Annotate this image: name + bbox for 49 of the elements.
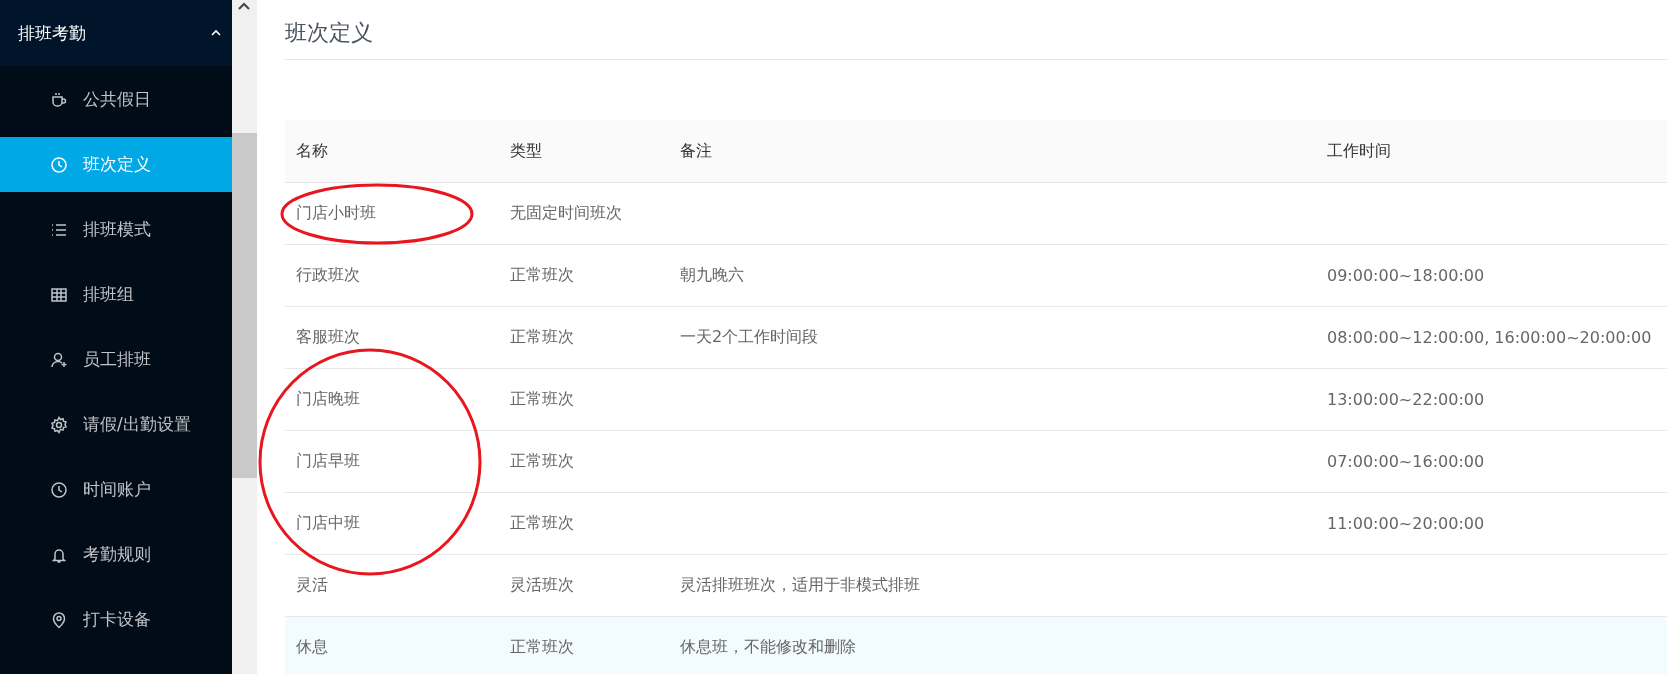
sidebar-item[interactable]: 公共假日 bbox=[0, 72, 232, 127]
settings-icon bbox=[50, 415, 68, 434]
table-cell: 休息 bbox=[296, 637, 328, 656]
table-cell: 门店中班 bbox=[296, 513, 360, 532]
sidebar-item[interactable]: 员工排班 bbox=[0, 332, 232, 387]
user-add-icon bbox=[50, 350, 68, 369]
table-cell: 正常班次 bbox=[510, 451, 574, 470]
column-header: 类型 bbox=[509, 140, 543, 162]
menu-group-header[interactable]: 排班考勤 bbox=[0, 0, 232, 66]
table-cell: 09:00:00~18:00:00 bbox=[1327, 266, 1485, 285]
table-cell: 灵活排班班次，适用于非模式排班 bbox=[680, 575, 920, 594]
table-cell: 客服班次 bbox=[296, 327, 360, 346]
sidebar-item[interactable]: 排班组 bbox=[0, 267, 232, 322]
column-header: 工作时间 bbox=[1326, 140, 1392, 162]
grid-icon bbox=[50, 285, 68, 304]
table-cell: 11:00:00~20:00:00 bbox=[1327, 514, 1485, 533]
location-pin-icon bbox=[50, 610, 68, 629]
table-cell: 行政班次 bbox=[296, 265, 360, 284]
table-cell: 一天2个工作时间段 bbox=[680, 327, 819, 346]
column-header: 备注 bbox=[679, 140, 713, 162]
sidebar-item[interactable]: 打卡设备 bbox=[0, 592, 232, 647]
table-cell: 门店小时班 bbox=[296, 203, 376, 222]
sidebar-item[interactable]: 考勤规则 bbox=[0, 527, 232, 582]
scrollbar-thumb[interactable] bbox=[232, 133, 257, 478]
table-cell: 朝九晚六 bbox=[680, 265, 744, 284]
cup-icon bbox=[50, 90, 68, 109]
column-header: 名称 bbox=[295, 140, 329, 162]
table-cell: 正常班次 bbox=[510, 389, 574, 408]
clock-icon bbox=[50, 155, 68, 174]
table-cell: 正常班次 bbox=[510, 637, 574, 656]
table-cell: 门店晚班 bbox=[296, 389, 360, 408]
table-cell: 无固定时间班次 bbox=[510, 203, 622, 222]
sidebar-item[interactable]: 请假/出勤设置 bbox=[0, 397, 232, 452]
table-cell: 正常班次 bbox=[510, 265, 574, 284]
table-cell: 休息班，不能修改和删除 bbox=[680, 637, 856, 656]
table-cell: 08:00:00~12:00:00, 16:00:00~20:00:00 bbox=[1327, 328, 1652, 347]
table-cell: 灵活 bbox=[296, 575, 328, 594]
table-cell: 07:00:00~16:00:00 bbox=[1327, 452, 1485, 471]
caret-icon bbox=[210, 29, 222, 37]
table-cell: 13:00:00~22:00:00 bbox=[1327, 390, 1485, 409]
sidebar-item[interactable]: 时间账户 bbox=[0, 462, 232, 517]
table-cell: 灵活班次 bbox=[510, 575, 574, 594]
table-cell: 正常班次 bbox=[510, 513, 574, 532]
page-title: 班次定义 bbox=[285, 0, 1667, 60]
clock-icon bbox=[50, 480, 68, 499]
table-cell: 正常班次 bbox=[510, 327, 574, 346]
sidebar-item[interactable]: 排班模式 bbox=[0, 202, 232, 257]
table-cell: 门店早班 bbox=[296, 451, 360, 470]
scrollbar[interactable] bbox=[232, 0, 257, 674]
